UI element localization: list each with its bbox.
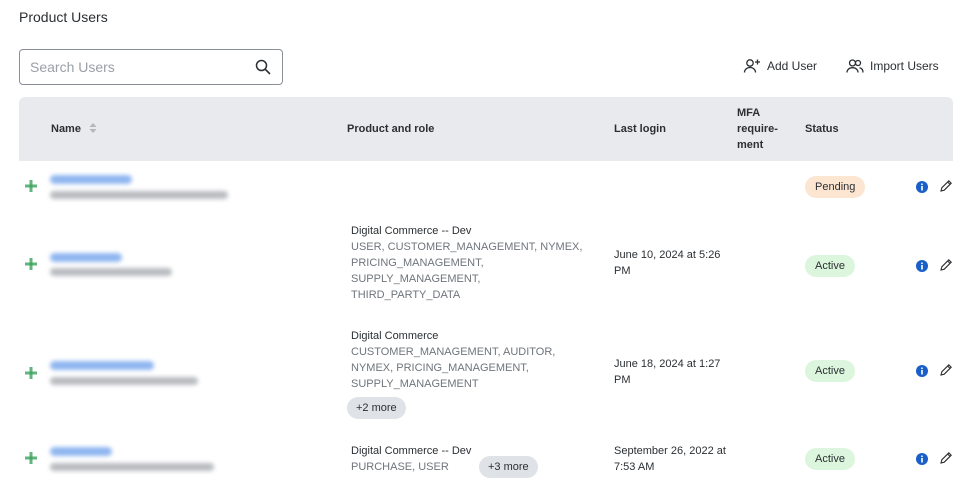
role-line: NYMEX, PRICING_MANAGEMENT, <box>351 362 529 374</box>
import-users-label: Import Users <box>870 59 939 73</box>
last-login: June 10, 2024 at 5:26 PM <box>614 249 721 277</box>
info-icon[interactable] <box>916 453 928 465</box>
status-badge: Active <box>805 360 855 382</box>
users-icon <box>846 58 864 74</box>
import-users-button[interactable]: Import Users <box>846 56 939 76</box>
role-line: USER, CUSTOMER_MANAGEMENT, NYMEX, <box>351 241 583 253</box>
column-header-product: Product and role <box>347 123 435 135</box>
column-header-name[interactable]: Name <box>51 97 97 161</box>
status-badge: Pending <box>805 176 866 198</box>
column-header-mfa: MFA require- ment <box>737 107 778 151</box>
product-role-cell: Digital Commerce -- Dev USER, CUSTOMER_M… <box>351 223 582 303</box>
last-login: June 18, 2024 at 1:27 PM <box>614 358 721 386</box>
role-line: THIRD_PARTY_DATA <box>351 289 461 301</box>
more-roles-button[interactable]: +2 more <box>347 397 406 419</box>
role-line: PRICING_MANAGEMENT, <box>351 257 484 269</box>
product-name: Digital Commerce <box>351 330 439 342</box>
edit-icon[interactable] <box>939 363 953 377</box>
product-name: Digital Commerce -- Dev <box>351 225 472 237</box>
users-table: Name Product and role Last login MFA req… <box>19 97 953 478</box>
add-user-button[interactable]: Add User <box>743 56 817 76</box>
user-email-redacted <box>50 377 198 385</box>
add-icon[interactable] <box>25 180 37 192</box>
table-row[interactable]: Digital Commerce -- Dev PURCHASE, USER +… <box>19 428 953 487</box>
user-name-redacted[interactable] <box>50 361 154 370</box>
status-badge: Active <box>805 448 855 470</box>
search-box[interactable] <box>19 49 283 85</box>
add-user-label: Add User <box>767 59 818 73</box>
info-icon[interactable] <box>916 365 928 377</box>
add-user-icon <box>743 58 761 74</box>
column-name-label: Name <box>51 123 81 135</box>
user-name-redacted[interactable] <box>50 253 122 262</box>
search-input[interactable] <box>30 59 254 75</box>
table-row[interactable]: Digital Commerce CUSTOMER_MANAGEMENT, AU… <box>19 318 953 428</box>
more-roles-button[interactable]: +3 more <box>479 456 538 478</box>
role-line: CUSTOMER_MANAGEMENT, AUDITOR, <box>351 346 556 358</box>
info-icon[interactable] <box>916 181 928 193</box>
user-name-redacted[interactable] <box>50 175 132 184</box>
column-header-last-login: Last login <box>614 123 666 135</box>
table-header: Name Product and role Last login MFA req… <box>19 97 953 161</box>
add-icon[interactable] <box>25 452 37 464</box>
product-name: Digital Commerce -- Dev <box>351 445 472 457</box>
user-name-redacted[interactable] <box>50 447 112 456</box>
add-icon[interactable] <box>25 367 37 379</box>
edit-icon[interactable] <box>939 258 953 272</box>
sort-icon[interactable] <box>89 122 97 137</box>
last-login: September 26, 2022 at 7:53 AM <box>614 445 726 473</box>
edit-icon[interactable] <box>939 451 953 465</box>
user-email-redacted <box>50 268 172 276</box>
user-email-redacted <box>50 191 228 199</box>
search-icon[interactable] <box>254 58 272 76</box>
role-line: SUPPLY_MANAGEMENT <box>351 378 479 390</box>
product-role-cell: Digital Commerce -- Dev PURCHASE, USER <box>351 443 471 475</box>
table-row[interactable]: Pending <box>19 161 953 213</box>
user-email-redacted <box>50 463 214 471</box>
edit-icon[interactable] <box>939 179 953 193</box>
table-row[interactable]: Digital Commerce -- Dev USER, CUSTOMER_M… <box>19 213 953 318</box>
info-icon[interactable] <box>916 260 928 272</box>
role-line: SUPPLY_MANAGEMENT, <box>351 273 481 285</box>
status-badge: Active <box>805 255 855 277</box>
add-icon[interactable] <box>25 258 37 270</box>
column-header-status: Status <box>805 123 839 135</box>
product-role-cell: Digital Commerce CUSTOMER_MANAGEMENT, AU… <box>351 328 555 392</box>
page-title: Product Users <box>19 9 108 25</box>
role-line: PURCHASE, USER <box>351 461 449 473</box>
